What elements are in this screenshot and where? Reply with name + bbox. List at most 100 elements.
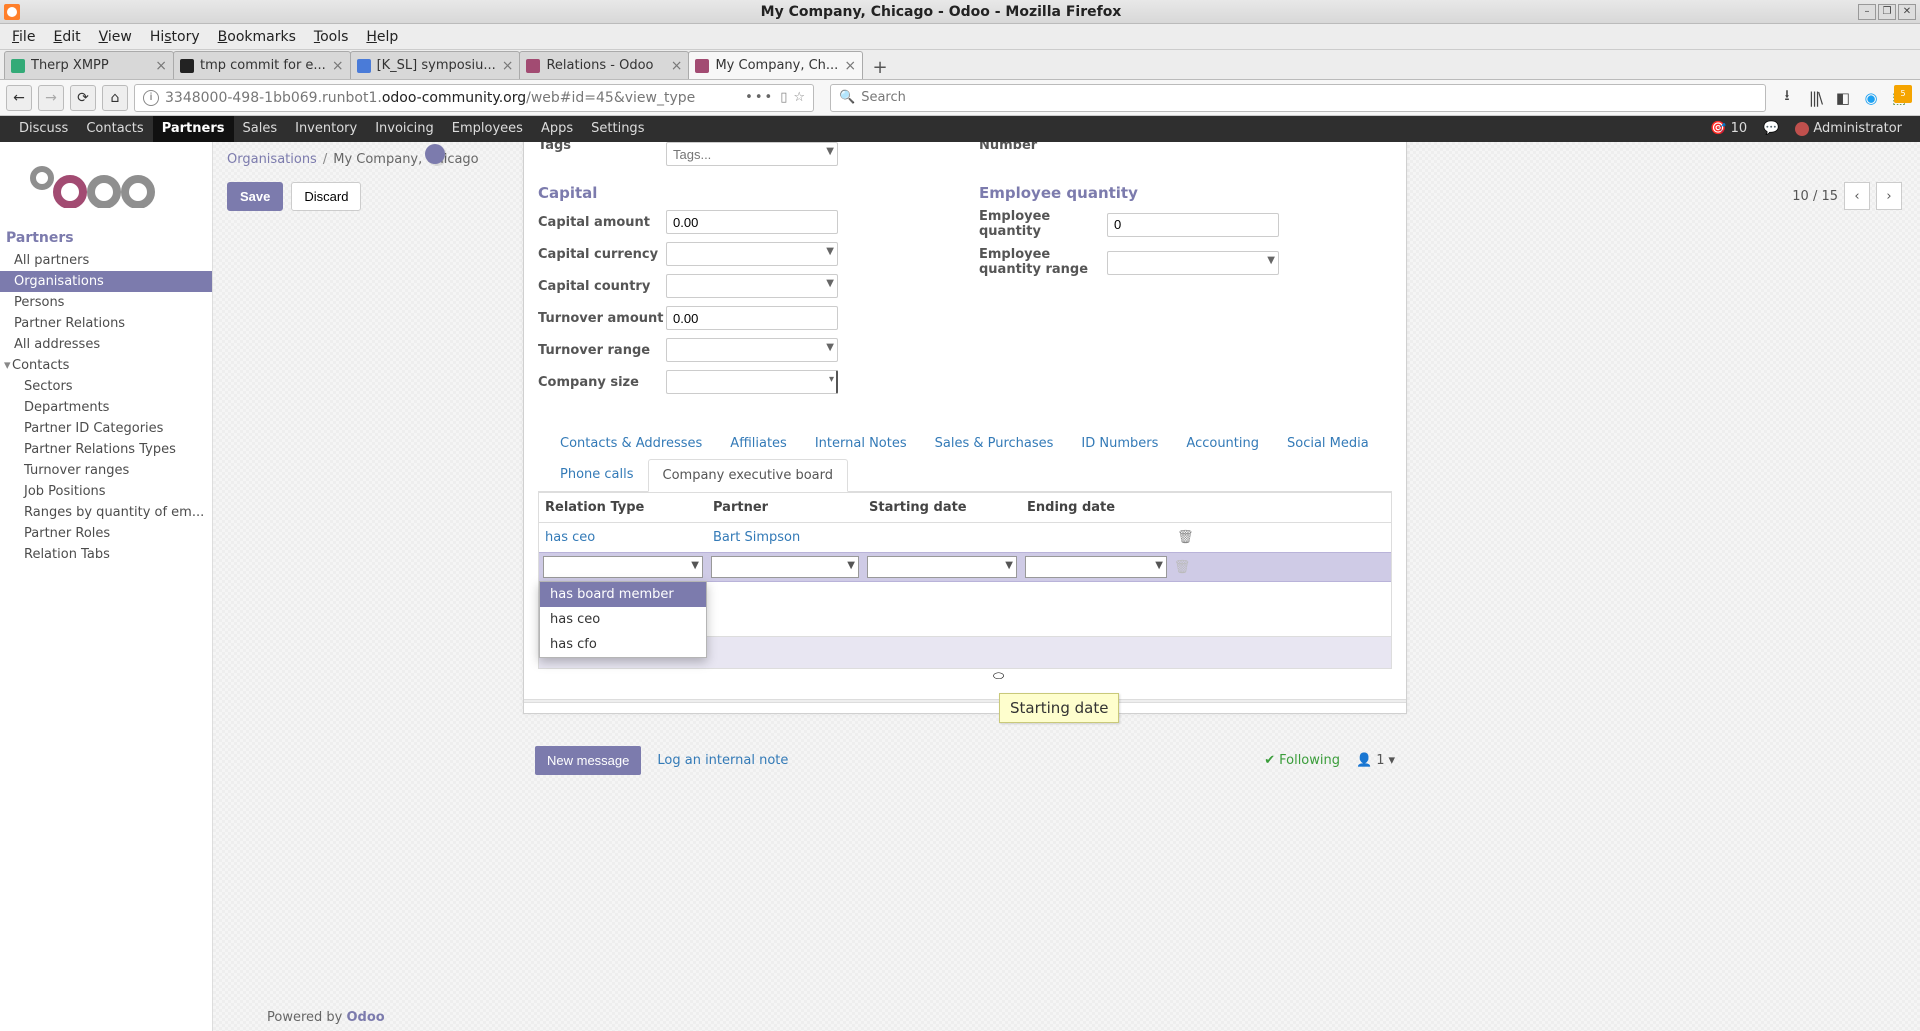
turnover-range-input[interactable] xyxy=(666,338,838,362)
log-note-link[interactable]: Log an internal note xyxy=(657,753,788,768)
pager-next-button[interactable]: › xyxy=(1876,182,1902,210)
nav-back-button[interactable]: ← xyxy=(6,85,32,111)
delete-row-icon[interactable]: 🗑 xyxy=(1171,560,1193,575)
sidebar-item-turnover-ranges[interactable]: Turnover ranges xyxy=(0,460,212,481)
employee-qty-input[interactable] xyxy=(1107,213,1279,237)
tab-company-executive-board[interactable]: Company executive board xyxy=(648,459,849,492)
sidebar-section-partners[interactable]: Partners xyxy=(0,226,212,250)
browser-tab[interactable]: tmp commit for e...× xyxy=(173,51,351,79)
nav-contacts[interactable]: Contacts xyxy=(77,116,152,142)
tab-affiliates[interactable]: Affiliates xyxy=(716,428,801,459)
close-tab-icon[interactable]: × xyxy=(332,58,344,74)
dropdown-option[interactable]: has cfo xyxy=(540,632,706,657)
sidebar-item-relation-tabs[interactable]: Relation Tabs xyxy=(0,544,212,565)
sidebar-item-sectors[interactable]: Sectors xyxy=(0,376,212,397)
downloads-icon[interactable]: ⭳ xyxy=(1778,89,1796,107)
sidebar-group-contacts[interactable]: ▾Contacts xyxy=(0,355,212,376)
col-ending-date[interactable]: Ending date xyxy=(1021,493,1171,522)
nav-home-button[interactable]: ⌂ xyxy=(102,85,128,111)
col-relation-type[interactable]: Relation Type xyxy=(539,493,707,522)
tab-id-numbers[interactable]: ID Numbers xyxy=(1067,428,1172,459)
cell-starting-date[interactable] xyxy=(863,531,1021,545)
dropdown-option[interactable]: has board member xyxy=(540,582,706,607)
nav-discuss[interactable]: Discuss xyxy=(10,116,77,142)
sidebar-item-departments[interactable]: Departments xyxy=(0,397,212,418)
partner-select[interactable]: ▼ xyxy=(711,556,859,578)
library-icon[interactable]: |||\ xyxy=(1806,89,1824,107)
new-tab-button[interactable]: + xyxy=(868,55,892,79)
capital-amount-input[interactable] xyxy=(666,210,838,234)
close-tab-icon[interactable]: × xyxy=(155,58,167,74)
table-row[interactable]: has ceo Bart Simpson 🗑 xyxy=(539,523,1391,552)
pager-count[interactable]: 10 / 15 xyxy=(1792,189,1838,204)
following-toggle[interactable]: ✔Following xyxy=(1264,753,1340,768)
dropdown-option[interactable]: has ceo xyxy=(540,607,706,632)
cell-ending-date[interactable] xyxy=(1021,531,1171,545)
close-tab-icon[interactable]: × xyxy=(844,58,856,74)
tab-contacts-addresses[interactable]: Contacts & Addresses xyxy=(546,428,716,459)
breadcrumb-root[interactable]: Organisations xyxy=(227,152,317,167)
nav-sales[interactable]: Sales xyxy=(234,116,287,142)
discard-button[interactable]: Discard xyxy=(291,182,361,211)
nav-apps[interactable]: Apps xyxy=(532,116,582,142)
menu-file[interactable]: File xyxy=(4,26,43,48)
sidebar-item-partner-relations[interactable]: Partner Relations xyxy=(0,313,212,334)
sidebar-item-all-partners[interactable]: All partners xyxy=(0,250,212,271)
tab-phone-calls[interactable]: Phone calls xyxy=(546,459,648,490)
sidebar-toggle-icon[interactable]: ◧ xyxy=(1834,89,1852,107)
tab-internal-notes[interactable]: Internal Notes xyxy=(801,428,921,459)
menu-help[interactable]: Help xyxy=(358,26,406,48)
browser-tab[interactable]: My Company, Ch...× xyxy=(688,51,863,79)
close-tab-icon[interactable]: × xyxy=(671,58,683,74)
turnover-amount-input[interactable] xyxy=(666,306,838,330)
nav-forward-button[interactable]: → xyxy=(38,85,64,111)
ending-date-select[interactable]: ▼ xyxy=(1025,556,1167,578)
nav-employees[interactable]: Employees xyxy=(443,116,532,142)
bookmark-star-icon[interactable]: ☆ xyxy=(793,90,805,105)
cell-partner[interactable]: Bart Simpson xyxy=(707,523,863,552)
browser-tab[interactable]: Relations - Odoo× xyxy=(519,51,689,79)
sidebar-item-partner-roles[interactable]: Partner Roles xyxy=(0,523,212,544)
nav-settings[interactable]: Settings xyxy=(582,116,653,142)
tags-input[interactable] xyxy=(666,142,838,166)
window-maximize-button[interactable]: ❐ xyxy=(1878,4,1896,20)
relation-type-select[interactable]: ▼ xyxy=(543,556,703,578)
followers-count[interactable]: 👤1 ▾ xyxy=(1356,753,1395,768)
sidebar-item-persons[interactable]: Persons xyxy=(0,292,212,313)
url-bar[interactable]: i 3348000-498-1bb069.runbot1.odoo-commun… xyxy=(134,84,814,112)
odoo-logo[interactable] xyxy=(0,166,212,226)
sidebar-item-organisations[interactable]: Organisations xyxy=(0,271,212,292)
cell-relation-type[interactable]: has ceo xyxy=(539,523,707,552)
sidebar-item-partner-id-categories[interactable]: Partner ID Categories xyxy=(0,418,212,439)
close-tab-icon[interactable]: × xyxy=(502,58,514,74)
tab-accounting[interactable]: Accounting xyxy=(1172,428,1273,459)
sidebar-item-ranges-quantity[interactable]: Ranges by quantity of em... xyxy=(0,502,212,523)
browser-tab[interactable]: [K_SL] symposiu...× xyxy=(350,51,521,79)
tab-social-media[interactable]: Social Media xyxy=(1273,428,1383,459)
sidebar-item-partner-relations-types[interactable]: Partner Relations Types xyxy=(0,439,212,460)
menu-edit[interactable]: Edit xyxy=(45,26,88,48)
nav-inventory[interactable]: Inventory xyxy=(286,116,366,142)
menu-tools[interactable]: Tools xyxy=(306,26,357,48)
capital-currency-input[interactable] xyxy=(666,242,838,266)
capital-country-input[interactable] xyxy=(666,274,838,298)
search-bar[interactable]: 🔍 Search xyxy=(830,84,1766,112)
messaging-icon[interactable]: 💬 xyxy=(1755,116,1787,142)
company-size-input[interactable] xyxy=(666,370,838,394)
menu-history[interactable]: History xyxy=(142,26,208,48)
window-minimize-button[interactable]: – xyxy=(1858,4,1876,20)
extension-icon[interactable]: ⬚5 xyxy=(1890,89,1908,107)
browser-tab[interactable]: Therp XMPP× xyxy=(4,51,174,79)
activity-counter[interactable]: 🎯 10 xyxy=(1702,116,1755,142)
menu-view[interactable]: View xyxy=(91,26,140,48)
user-menu[interactable]: Administrator xyxy=(1787,116,1910,142)
page-actions-icon[interactable]: ••• xyxy=(745,90,774,105)
menu-bookmarks[interactable]: Bookmarks xyxy=(210,26,304,48)
reader-mode-icon[interactable]: ▯ xyxy=(780,90,787,105)
tab-sales-purchases[interactable]: Sales & Purchases xyxy=(921,428,1068,459)
site-info-icon[interactable]: i xyxy=(143,90,159,106)
save-button[interactable]: Save xyxy=(227,182,283,211)
pager-prev-button[interactable]: ‹ xyxy=(1844,182,1870,210)
odoo-link[interactable]: Odoo xyxy=(346,1010,384,1025)
nav-reload-button[interactable]: ⟳ xyxy=(70,85,96,111)
